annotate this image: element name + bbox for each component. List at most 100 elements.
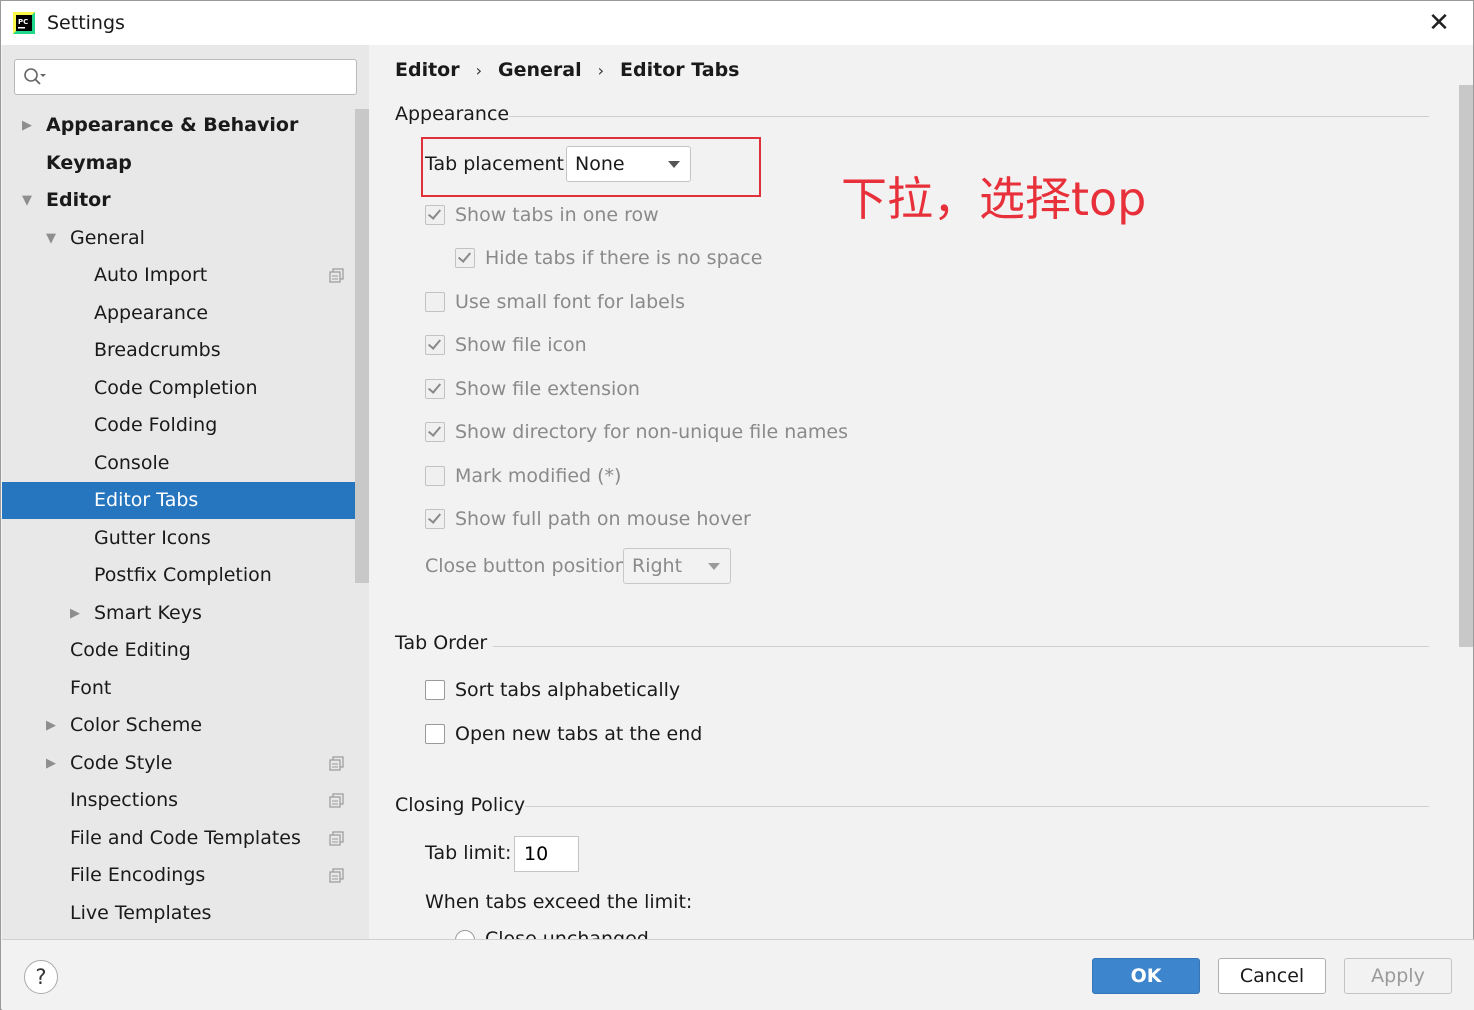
sidebar-item[interactable]: ▼ General	[2, 220, 369, 257]
sidebar-item[interactable]: Live Templates	[2, 895, 369, 932]
sidebar-item[interactable]: Inspections	[2, 782, 369, 819]
sidebar-item[interactable]: Keymap	[2, 145, 369, 182]
breadcrumb-item-editor[interactable]: Editor	[395, 59, 460, 81]
section-divider	[493, 646, 1429, 647]
settings-content: Editor › General › Editor Tabs Appearanc…	[369, 45, 1473, 939]
cancel-button[interactable]: Cancel	[1218, 958, 1326, 994]
checkbox-label: Mark modified (*)	[455, 465, 622, 487]
close-icon[interactable]: ✕	[1425, 9, 1453, 37]
expand-arrow-icon[interactable]: ▼	[22, 182, 36, 219]
search-icon	[24, 68, 46, 85]
close-button-position-value: Right	[632, 555, 683, 577]
appearance-section-title: Appearance	[395, 103, 510, 125]
tab-limit-input[interactable]	[514, 836, 579, 872]
sidebar-item[interactable]: ▶ Color Scheme	[2, 707, 369, 744]
sidebar-item-label: Keymap	[46, 151, 132, 174]
annotation-text: 下拉，选择top	[841, 172, 1147, 226]
expand-arrow-icon[interactable]: ▼	[46, 220, 60, 257]
svg-text:PC: PC	[18, 18, 28, 26]
checkbox-label: Sort tabs alphabetically	[455, 679, 681, 701]
sidebar-item-label: Gutter Icons	[94, 526, 211, 549]
sidebar-item-label: Appearance	[94, 301, 209, 324]
sidebar-item[interactable]: Breadcrumbs	[2, 332, 369, 369]
closing-policy-section-title: Closing Policy	[395, 794, 526, 816]
close-unchanged-label: Close unchanged	[485, 928, 649, 939]
sidebar-item-label: Appearance & Behavior	[46, 114, 299, 136]
project-settings-icon	[329, 755, 344, 771]
title-bar: PC Settings ✕	[1, 1, 1473, 45]
sidebar-item-label: File and Code Templates	[70, 826, 301, 849]
checkbox-label: Use small font for labels	[455, 291, 686, 313]
sidebar-item[interactable]: Code Editing	[2, 632, 369, 669]
collapse-arrow-icon[interactable]: ▶	[70, 595, 84, 632]
breadcrumb-separator: ›	[475, 60, 483, 80]
pycharm-icon: PC	[13, 12, 35, 34]
section-divider	[525, 806, 1429, 807]
tab-placement-value: None	[575, 153, 625, 175]
sidebar-item-label: Code Style	[70, 751, 173, 774]
sidebar-item[interactable]: Code Completion	[2, 370, 369, 407]
close-button-position-dropdown[interactable]: Right	[623, 548, 731, 584]
sidebar-item-label: Code Folding	[94, 414, 218, 436]
collapse-arrow-icon[interactable]: ▶	[46, 707, 60, 744]
sidebar-item-label: Console	[94, 451, 170, 474]
help-button[interactable]: ?	[24, 960, 58, 994]
tab-order-section-title: Tab Order	[395, 632, 488, 654]
checkbox-label: Hide tabs if there is no space	[485, 247, 763, 269]
checkbox-checked[interactable]	[425, 422, 445, 442]
sidebar-item-label: Code Completion	[94, 376, 258, 399]
sidebar-item[interactable]: Gutter Icons	[2, 520, 369, 557]
checkbox-checked[interactable]	[425, 335, 445, 355]
window-title: Settings	[47, 12, 125, 34]
sidebar-item[interactable]: Appearance	[2, 295, 369, 332]
project-settings-icon	[329, 830, 344, 846]
checkbox-checked[interactable]	[455, 248, 475, 268]
sidebar-item-label: Font	[70, 676, 112, 699]
tab-placement-dropdown[interactable]: None	[566, 146, 691, 182]
breadcrumb-item-editor-tabs: Editor Tabs	[620, 59, 740, 81]
sidebar-item-label: Editor Tabs	[94, 489, 199, 511]
sidebar-item[interactable]: Postfix Completion	[2, 557, 369, 594]
content-scrollbar[interactable]	[1459, 85, 1473, 647]
search-box[interactable]	[14, 59, 357, 95]
sidebar-item-label: Smart Keys	[94, 601, 202, 624]
checkmark-icon	[427, 380, 442, 394]
checkbox-unchecked[interactable]	[425, 292, 445, 312]
sidebar-item[interactable]: Console	[2, 445, 369, 482]
close-unchanged-radio[interactable]	[455, 930, 475, 939]
sidebar-item[interactable]: Code Folding	[2, 407, 369, 444]
checkmark-icon	[427, 206, 442, 220]
breadcrumb-item-general[interactable]: General	[498, 59, 582, 81]
ok-button[interactable]: OK	[1092, 958, 1200, 994]
sidebar-item-label: Breadcrumbs	[94, 339, 221, 361]
search-input[interactable]	[51, 64, 347, 90]
project-settings-icon	[329, 268, 344, 283]
checkbox-label: Show directory for non-unique file names	[455, 421, 849, 443]
sidebar-item[interactable]: ▶ Smart Keys	[2, 595, 369, 632]
close-button-position-label: Close button position:	[425, 555, 634, 577]
sidebar-item[interactable]: File Encodings	[2, 857, 369, 894]
sidebar-item[interactable]: ▶ Code Style	[2, 745, 369, 782]
project-settings-icon	[329, 793, 344, 808]
checkbox-checked[interactable]	[425, 379, 445, 399]
checkbox-unchecked[interactable]	[425, 724, 445, 744]
dialog-button-bar: ? OK Cancel Apply	[2, 939, 1474, 1010]
checkbox-checked[interactable]	[425, 205, 445, 225]
sidebar-item[interactable]: ▶ Appearance & Behavior	[2, 107, 369, 144]
checkmark-icon	[427, 336, 442, 350]
sidebar-item[interactable]: Font	[2, 670, 369, 707]
collapse-arrow-icon[interactable]: ▶	[46, 745, 60, 782]
checkbox-unchecked[interactable]	[425, 466, 445, 486]
sidebar-item[interactable]: Auto Import	[2, 257, 369, 294]
sidebar-item-label: Color Scheme	[70, 714, 203, 736]
sidebar-item-label: Editor	[46, 189, 111, 211]
checkbox-checked[interactable]	[425, 509, 445, 529]
sidebar-item[interactable]: ▼ Editor	[2, 182, 369, 219]
sidebar-item[interactable]: File and Code Templates	[2, 820, 369, 857]
sidebar-item[interactable]: Editor Tabs	[2, 482, 369, 519]
checkbox-unchecked[interactable]	[425, 680, 445, 700]
apply-button[interactable]: Apply	[1344, 958, 1452, 994]
sidebar-scrollbar[interactable]	[355, 109, 369, 583]
collapse-arrow-icon[interactable]: ▶	[22, 107, 36, 144]
chevron-down-icon	[668, 161, 680, 168]
